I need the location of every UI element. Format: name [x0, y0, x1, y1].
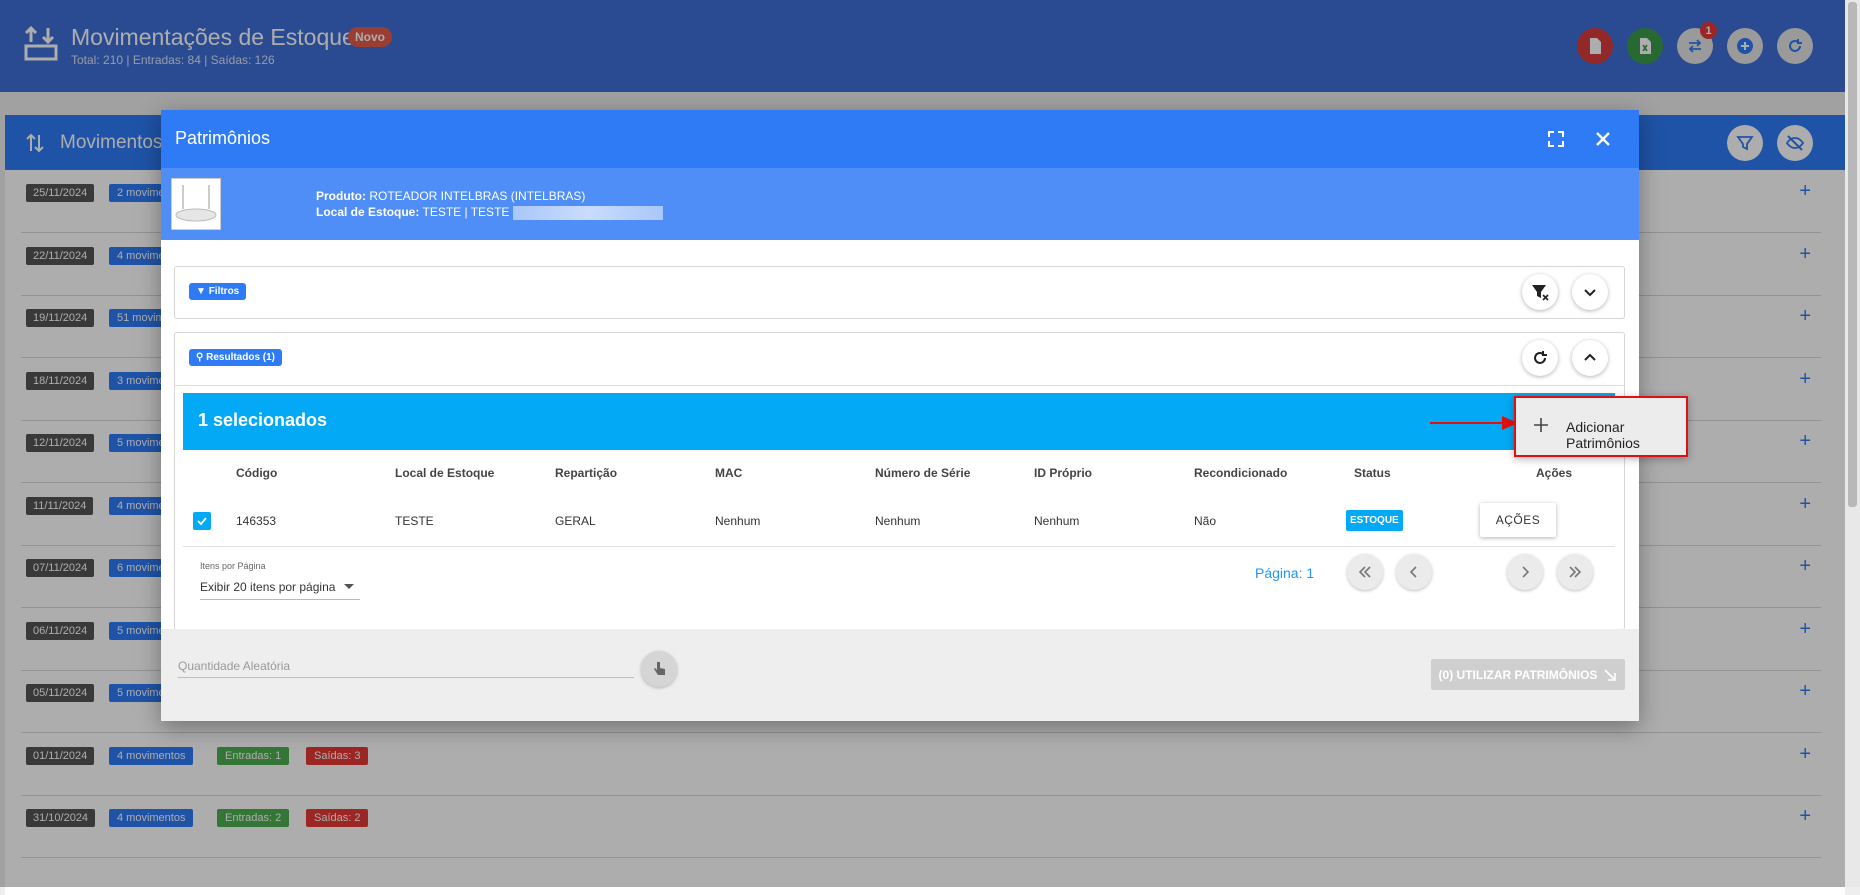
double-chevron-left-icon	[1358, 566, 1371, 578]
use-assets-button[interactable]: (0) UTILIZAR PATRIMÔNIOS	[1431, 659, 1625, 690]
last-page-button[interactable]	[1557, 554, 1593, 590]
page-indicator: Página: 1	[1255, 565, 1315, 581]
funnel-icon: ▼	[196, 286, 206, 297]
divider	[175, 385, 1624, 386]
arrow-down-right-icon	[1604, 668, 1617, 681]
cell-division: GERAL	[555, 514, 596, 528]
product-value: ROTEADOR INTELBRAS (INTELBRAS)	[369, 189, 586, 203]
refresh-icon	[1534, 351, 1547, 364]
col-serial: Número de Série	[875, 466, 971, 480]
random-quantity-input[interactable]: Quantidade Aleatória	[178, 651, 634, 678]
filter-clear-icon	[1532, 285, 1549, 301]
product-info-bar: Produto: ROTEADOR INTELBRAS (INTELBRAS) …	[161, 168, 1639, 240]
col-status: Status	[1354, 466, 1391, 480]
cell-serial: Nenhum	[875, 514, 921, 528]
modal-title: Patrimônios	[175, 128, 271, 148]
first-page-button[interactable]	[1347, 554, 1383, 590]
results-tag[interactable]: ⚲ Resultados (1)	[189, 349, 283, 366]
filters-panel: ▼ Filtros	[174, 266, 1625, 319]
row-checkbox[interactable]	[193, 512, 211, 530]
modal-header: Patrimônios	[161, 110, 1639, 168]
double-chevron-right-icon	[1569, 566, 1582, 578]
page-scrollbar[interactable]	[1845, 0, 1860, 887]
table-row[interactable]: 146353 TESTE GERAL Nenhum Nenhum Nenhum …	[183, 496, 1615, 547]
cell-reconditioned: Não	[1194, 514, 1217, 528]
next-page-button[interactable]	[1507, 554, 1543, 590]
plus-icon	[1534, 418, 1548, 432]
scrollbar-thumb[interactable]	[1848, 2, 1857, 507]
chevron-left-icon	[1409, 566, 1417, 578]
close-icon[interactable]	[1593, 129, 1613, 149]
per-page-value: Exibir 20 itens por página	[200, 580, 336, 594]
col-code: Código	[236, 466, 278, 480]
per-page-label: Itens por Página	[200, 561, 266, 571]
chevron-down-icon	[1584, 289, 1596, 297]
hand-pointer-icon	[654, 662, 665, 675]
filters-tag[interactable]: ▼ Filtros	[189, 283, 247, 300]
random-quantity-placeholder: Quantidade Aleatória	[178, 659, 291, 673]
check-icon	[197, 517, 207, 526]
chevron-right-icon	[1522, 566, 1530, 578]
modal-footer: Quantidade Aleatória (0) UTILIZAR PATRIM…	[161, 629, 1639, 721]
add-assets-label: Adicionar Patrimônios	[1566, 419, 1640, 451]
actions-button[interactable]: AÇÕES	[1480, 503, 1556, 537]
prev-page-button[interactable]	[1396, 554, 1432, 590]
redacted-text	[513, 205, 664, 220]
results-tag-label: Resultados (1)	[206, 352, 276, 363]
per-page-select[interactable]: Exibir 20 itens por página	[200, 575, 360, 600]
cell-stock: TESTE	[395, 514, 434, 528]
col-reconditioned: Recondicionado	[1194, 466, 1288, 480]
collapse-results-button[interactable]	[1572, 340, 1608, 376]
router-icon	[175, 185, 217, 222]
use-assets-label: (0) UTILIZAR PATRIMÔNIOS	[1438, 667, 1598, 682]
assets-modal: Patrimônios Produto: ROTEADOR INTELBRAS …	[161, 110, 1639, 721]
col-stock: Local de Estoque	[395, 466, 495, 480]
refresh-results-button[interactable]	[1522, 340, 1558, 376]
fullscreen-icon[interactable]	[1546, 129, 1566, 149]
col-actions: Ações	[1536, 466, 1573, 480]
product-label: Produto:	[316, 189, 366, 203]
stock-label: Local de Estoque:	[316, 205, 420, 219]
cell-own-id: Nenhum	[1034, 514, 1080, 528]
red-arrow-annotation	[1430, 416, 1518, 430]
chevron-up-icon	[1584, 353, 1596, 361]
filters-tag-label: Filtros	[208, 286, 240, 297]
expand-filters-button[interactable]	[1572, 274, 1608, 310]
add-assets-menu-item[interactable]: Adicionar Patrimônios	[1516, 398, 1686, 455]
table-header: Código Local de Estoque Repartição MAC N…	[183, 450, 1615, 497]
product-image	[171, 178, 221, 230]
stock-value: TESTE | TESTE	[422, 205, 510, 219]
selection-bar: 1 selecionados	[183, 393, 1615, 450]
col-mac: MAC	[715, 466, 743, 480]
status-badge: ESTOQUE	[1346, 510, 1403, 531]
dropdown-caret-icon	[344, 584, 354, 589]
pick-random-button[interactable]	[641, 651, 677, 687]
col-own-id: ID Próprio	[1034, 466, 1093, 480]
results-panel: ⚲ Resultados (1) 1 selecionados Código L…	[174, 332, 1625, 630]
col-division: Repartição	[555, 466, 618, 480]
actions-menu: Adicionar Patrimônios	[1514, 396, 1688, 457]
cell-mac: Nenhum	[715, 514, 761, 528]
clear-filters-button[interactable]	[1522, 274, 1558, 310]
product-info: Produto: ROTEADOR INTELBRAS (INTELBRAS) …	[316, 188, 664, 220]
selected-count: 1 selecionados	[198, 410, 328, 430]
search-icon: ⚲	[196, 352, 204, 363]
cell-code: 146353	[236, 514, 277, 528]
